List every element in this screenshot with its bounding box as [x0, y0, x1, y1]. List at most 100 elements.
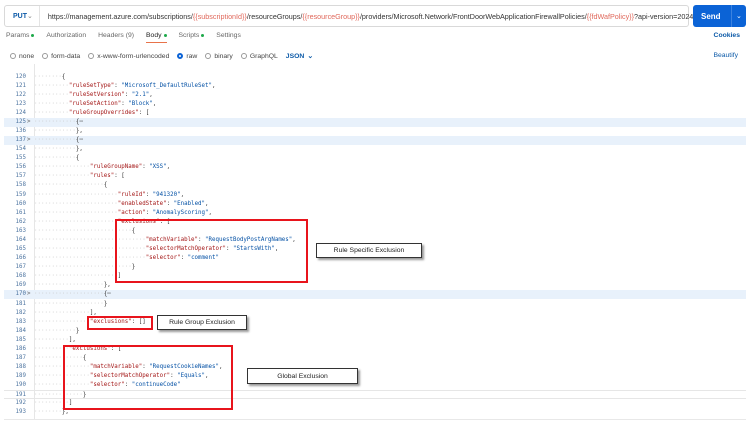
format-select[interactable]: JSON ⌄: [285, 52, 314, 61]
radio-raw[interactable]: raw: [177, 53, 197, 60]
radio-form-data[interactable]: form-data: [42, 53, 80, 60]
json-value: "Enabled": [173, 200, 206, 207]
cookies-link[interactable]: Cookies: [714, 32, 740, 39]
tab-settings[interactable]: Settings: [216, 32, 241, 39]
code-line: 185 ··········],: [4, 336, 746, 345]
url-variable: {{resourceGroup}}: [302, 11, 360, 21]
indent-whitespace: ············: [34, 137, 76, 144]
line-number: 154: [15, 146, 26, 153]
code-line: 154 ············},: [4, 145, 746, 154]
line-number: 189: [15, 373, 26, 380]
line-number: 155: [15, 155, 26, 162]
tab-body[interactable]: Body: [146, 32, 167, 43]
json-punctuation: ],: [68, 336, 76, 343]
json-punctuation: ,: [149, 91, 153, 98]
json-punctuation: {: [75, 155, 80, 162]
tab-label: Settings: [216, 32, 241, 39]
code-text: ························"enabledState": …: [34, 200, 209, 209]
radio-binary[interactable]: binary: [205, 53, 233, 60]
radio-icon: [10, 53, 16, 59]
code-line: 155 ············{: [4, 154, 746, 163]
json-punctuation: ],: [89, 309, 97, 316]
json-punctuation: {⋯: [75, 118, 83, 125]
json-punctuation: {: [103, 182, 108, 189]
radio-icon: [42, 53, 49, 59]
send-label: Send: [701, 11, 721, 21]
code-text: ············{: [34, 154, 79, 163]
method-select[interactable]: PUT ⌄: [5, 6, 40, 26]
indent-whitespace: ············: [34, 155, 76, 162]
indent-whitespace: ············: [34, 118, 76, 125]
radio-icon: [240, 53, 247, 59]
tab-label: Body: [146, 32, 162, 39]
json-colon: :: [124, 91, 132, 98]
url-input[interactable]: https://management.azure.com/subscriptio…: [40, 12, 714, 21]
chevron-down-icon: ⌄: [307, 53, 314, 60]
fold-arrow-icon[interactable]: >: [27, 136, 31, 145]
radio-x-www-form-urlencoded[interactable]: x-www-form-urlencoded: [88, 53, 169, 60]
status-dot-icon: [201, 34, 205, 37]
fold-arrow-icon[interactable]: >: [27, 290, 31, 299]
rule-specific-highlight: [115, 219, 308, 283]
tab-headers[interactable]: Headers (9): [98, 32, 134, 39]
url-variable: {{subscriptionId}}: [192, 11, 247, 21]
indent-whitespace: ········: [34, 409, 62, 416]
indent-whitespace: ··········: [34, 100, 69, 107]
json-punctuation: },: [75, 127, 83, 134]
json-value: "AnomalyScoring": [152, 209, 209, 216]
line-number: 162: [15, 218, 26, 225]
line-number: 190: [15, 382, 26, 389]
code-text: ····················{: [34, 181, 107, 190]
code-line: 137 > ············{⋯: [4, 136, 746, 146]
status-dot-icon: [31, 34, 35, 37]
fold-arrow-icon[interactable]: >: [27, 118, 31, 127]
indent-whitespace: ····················: [34, 291, 104, 298]
code-text: ············},: [34, 145, 83, 154]
line-number: 157: [15, 173, 26, 180]
line-number: 123: [15, 100, 26, 107]
code-text: ················"rules": [: [34, 172, 125, 181]
line-number: 121: [15, 82, 26, 89]
line-number: 163: [15, 227, 26, 234]
indent-whitespace: ····················: [34, 300, 104, 307]
url-segment: https://management.azure.com/subscriptio…: [47, 11, 193, 21]
radio-none[interactable]: none: [10, 53, 34, 60]
code-line: 158 ····················{: [4, 181, 746, 190]
line-number: 193: [15, 409, 26, 416]
body-type-options: none form-data x-www-form-urlencoded raw bin…: [10, 52, 313, 60]
indent-whitespace: ············: [34, 146, 76, 153]
line-number: 158: [15, 182, 26, 189]
line-number: 125: [15, 118, 26, 125]
chevron-down-icon[interactable]: ⌄: [736, 12, 742, 20]
tab-params[interactable]: Params: [6, 32, 35, 39]
json-colon: :: [166, 200, 174, 207]
code-line: 160 ························"enabledState…: [4, 200, 746, 209]
send-button[interactable]: Send ⌄: [693, 5, 746, 27]
rule-specific-label: Rule Specific Exclusion: [316, 243, 422, 258]
json-key: "ruleSetType": [68, 82, 115, 89]
tab-label: Authorization: [46, 32, 87, 39]
json-punctuation: }: [103, 300, 108, 307]
line-number: 183: [15, 318, 26, 325]
tab-scripts[interactable]: Scripts: [179, 32, 205, 39]
radio-icon: [205, 53, 212, 59]
request-tabs: Params Authorization Headers (9) Body Script…: [6, 32, 241, 43]
rule-group-highlight: [87, 316, 153, 330]
json-punctuation: },: [103, 282, 111, 289]
json-value: "941320": [152, 191, 181, 198]
radio-label: x-www-form-urlencoded: [97, 52, 170, 60]
indent-whitespace: ············: [34, 127, 76, 134]
method-label: PUT: [13, 12, 27, 20]
code-line: 170 > ····················{⋯: [4, 290, 746, 300]
json-value: "XSS": [149, 164, 167, 171]
code-text: ············{⋯: [34, 136, 83, 145]
request-bar: PUT ⌄ https://management.azure.com/subscr…: [4, 5, 714, 27]
beautify-link[interactable]: Beautify: [713, 52, 738, 59]
indent-whitespace: ················: [34, 318, 90, 325]
json-punctuation: ,: [205, 200, 209, 207]
code-text: ····················{⋯: [34, 290, 111, 299]
format-label: JSON: [285, 52, 305, 60]
radio-graphql[interactable]: GraphQL: [240, 53, 278, 60]
json-punctuation: {: [61, 73, 66, 80]
tab-authorization[interactable]: Authorization: [46, 32, 86, 39]
